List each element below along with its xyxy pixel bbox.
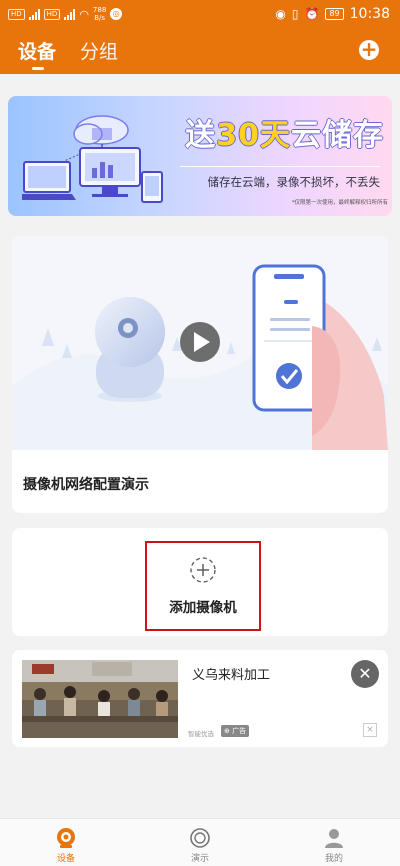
vibrate-icon: ▯	[291, 7, 299, 21]
demo-illustration	[12, 236, 388, 450]
ad-title: 义乌来料加工	[192, 668, 271, 683]
ad-dismiss-icon[interactable]: ×	[363, 723, 377, 737]
sim1-badge: HD	[8, 8, 25, 20]
camera-icon	[57, 828, 75, 848]
net-speed: 788 B/s	[92, 6, 107, 22]
wifi-icon: ◠	[79, 7, 89, 21]
ad-source: 智能优选	[188, 730, 214, 738]
banner-fine-print: *仅限第一次使用，最终解释权归所所有	[291, 200, 388, 206]
eye-icon: ◉	[275, 7, 286, 21]
app-header: HD HD ◠ 788 B/s ◎ ◉ ▯ ⏰ 89 10:38 设备 分组 +	[0, 0, 400, 74]
demo-caption: 摄像机网络配置演示	[23, 477, 149, 493]
nav-item-demo[interactable]: 演示	[170, 827, 230, 864]
alarm-icon: ⏰	[304, 7, 320, 21]
ad-card[interactable]: 义乌来料加工 ✕ 智能优选 ⊕ 广告 ×	[12, 650, 388, 747]
add-camera-label: 添加摄像机	[169, 600, 237, 616]
plus-circle-icon	[190, 557, 216, 583]
clock: 10:38	[349, 6, 390, 22]
tab-active-indicator	[32, 67, 44, 70]
nav-item-devices[interactable]: 设备	[36, 827, 96, 864]
close-ad-button[interactable]: ✕	[351, 660, 379, 688]
tab-devices[interactable]: 设备	[18, 37, 56, 70]
ad-image	[22, 660, 178, 738]
status-bar: HD HD ◠ 788 B/s ◎ ◉ ▯ ⏰ 89 10:38	[0, 0, 400, 30]
cloud-storage-banner[interactable]: 送30天云储存 储存在云端，录像不损坏，不丢失 *仅限第一次使用，最终解释权归所…	[8, 96, 392, 216]
ad-badge: ⊕ 广告	[221, 725, 250, 737]
bottom-nav: 设备 演示 我的	[0, 818, 400, 866]
banner-title: 送30天云储存	[185, 118, 384, 153]
header-tabs: 设备 分组	[18, 37, 118, 70]
battery-icon: 89	[325, 8, 344, 20]
app-notification-icon: ◎	[110, 8, 123, 20]
tab-groups[interactable]: 分组	[80, 37, 118, 64]
play-circle-icon	[190, 828, 210, 848]
signal-2-icon	[64, 8, 76, 20]
signal-1-icon	[28, 8, 40, 20]
add-camera-card: 添加摄像机	[12, 528, 388, 636]
banner-subtitle: 储存在云端，录像不损坏，不丢失	[207, 175, 381, 189]
add-camera-button[interactable]: 添加摄像机	[145, 541, 261, 631]
add-device-button[interactable]: +	[359, 39, 379, 60]
network-config-demo-card[interactable]: 摄像机网络配置演示	[12, 236, 388, 513]
banner-divider	[180, 166, 380, 167]
sim2-badge: HD	[43, 8, 61, 20]
nav-item-profile[interactable]: 我的	[304, 827, 364, 864]
person-icon	[325, 829, 343, 848]
